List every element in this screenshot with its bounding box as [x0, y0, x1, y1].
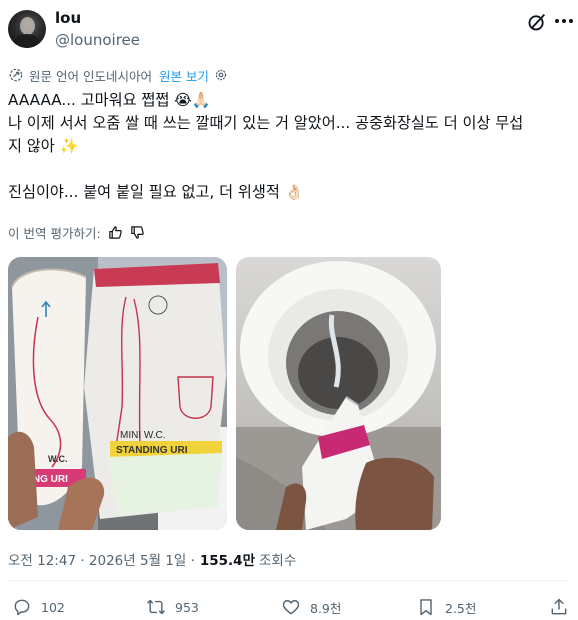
photo-toilet-demo[interactable]	[236, 257, 441, 530]
author-name[interactable]: lou	[55, 9, 81, 27]
timestamp[interactable]: 오전 12:47 · 2026년 5월 1일 ·	[8, 549, 195, 569]
view-count: 155.4만	[199, 553, 255, 569]
translation-language: 원문 언어 인도네시아어	[29, 68, 152, 84]
divider	[8, 580, 570, 581]
author-handle[interactable]: @lounoiree	[55, 31, 140, 49]
reply-icon	[14, 599, 30, 616]
package-front-label: MINI W.C.	[120, 430, 166, 441]
like-button[interactable]: 8.9천	[281, 597, 341, 617]
view-original-link[interactable]: 원본 보기	[159, 66, 209, 85]
post-line: 지 않아 ✨	[8, 137, 79, 155]
thumbs-down-icon[interactable]	[130, 225, 145, 240]
tweet-card: lou @lounoiree 원문 언어 인도네시아어 원본 보기 AAAAA.…	[0, 0, 578, 620]
bookmark-icon	[420, 599, 432, 616]
photo-art-right	[236, 261, 441, 530]
rate-translation-label: 이 번역 평가하기:	[8, 225, 101, 241]
package-side-label: STANDING URI	[116, 445, 188, 456]
share-button[interactable]	[549, 597, 578, 617]
reply-button[interactable]: 102	[12, 597, 65, 617]
reply-count: 102	[41, 599, 65, 615]
more-icon[interactable]	[555, 19, 573, 25]
post-line: 나 이제 서서 오줌 쌀 때 쓰는 깔때기 있는 거 알았어... 공중화장실도…	[8, 114, 524, 132]
avatar[interactable]	[8, 10, 46, 48]
photo-art-left: MINI W.C. STANDING URI W.C. TING URI	[8, 257, 227, 530]
translate-icon	[9, 68, 23, 82]
repost-icon	[147, 599, 165, 615]
rate-translation: 이 번역 평가하기:	[8, 223, 145, 241]
settings-icon[interactable]	[214, 68, 228, 82]
translation-notice: 원문 언어 인도네시아어 원본 보기	[9, 66, 228, 85]
post-line: 진심이야... 붙여 붙일 필요 없고, 더 위생적 👌🏻	[8, 183, 304, 201]
bookmark-button[interactable]: 2.5천	[416, 597, 476, 617]
share-icon	[551, 598, 567, 615]
thumbs-up-icon[interactable]	[108, 225, 123, 240]
repost-count: 953	[175, 599, 199, 615]
post-line: AAAAA... 고마워요 쩝쩝 😭🙏🏻	[8, 91, 211, 109]
grok-icon[interactable]	[526, 11, 548, 33]
view-count-label: 조회수	[259, 553, 297, 569]
repost-button[interactable]: 953	[146, 597, 199, 617]
bookmark-count: 2.5천	[445, 600, 477, 616]
tube-label-1: W.C.	[48, 454, 68, 464]
like-count: 8.9천	[310, 600, 342, 616]
post-metadata: 오전 12:47 · 2026년 5월 1일 · 155.4만 조회수	[8, 549, 296, 569]
photo-product-packages[interactable]: MINI W.C. STANDING URI W.C. TING URI	[8, 257, 227, 530]
like-icon	[282, 600, 300, 615]
post-text: AAAAA... 고마워요 쩝쩝 😭🙏🏻 나 이제 서서 오줌 쌀 때 쓰는 깔…	[8, 89, 570, 204]
